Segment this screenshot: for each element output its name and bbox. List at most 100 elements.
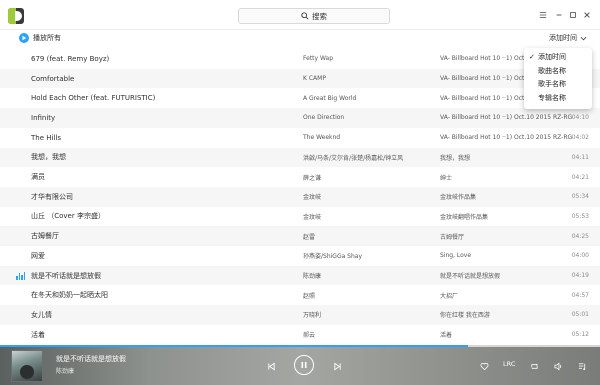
song-row[interactable]: Comfortable K CAMP VA- Billboard Hot 10 ··… bbox=[0, 68, 600, 89]
song-album: 古姆餐厅 bbox=[440, 233, 465, 241]
maximize-button[interactable] bbox=[566, 9, 580, 21]
song-row[interactable]: 我想，我想 洪啟/马条/艾尔肯/张楚/杨嘉松/钟立风 我想，我想 04:11 bbox=[0, 147, 600, 168]
song-row[interactable]: Hold Each Other (feat. FUTURISTIC) A Grea… bbox=[0, 88, 600, 108]
previous-icon bbox=[267, 361, 275, 371]
chevron-down-icon bbox=[580, 36, 587, 40]
search-icon bbox=[301, 12, 309, 20]
next-icon bbox=[333, 361, 341, 371]
song-row[interactable]: 女儿情 万晓利 你在红楼 我在西游 05:01 bbox=[0, 305, 600, 325]
repeat-icon bbox=[530, 363, 538, 369]
sort-menu: ✓ 添加时间 歌曲名称 歌手名称 专辑名称 bbox=[524, 48, 592, 109]
minimize-button[interactable] bbox=[552, 9, 566, 21]
song-row[interactable]: 活着 郝云 活着 05:12 bbox=[0, 325, 600, 345]
search-label: 搜索 bbox=[312, 11, 327, 21]
song-artist: One Direction bbox=[303, 114, 345, 122]
song-title: 网爱 bbox=[31, 251, 45, 260]
volume-button[interactable] bbox=[552, 360, 564, 372]
song-row[interactable]: 才华有限公司 金玟岐 金玟岐作品集 05:34 bbox=[0, 186, 600, 207]
now-playing-artist: 陈劲康 bbox=[56, 368, 75, 375]
song-duration: 05:53 bbox=[571, 212, 589, 220]
next-button[interactable] bbox=[331, 360, 343, 372]
pause-icon bbox=[301, 362, 307, 368]
song-album: 你在红楼 我在西游 bbox=[440, 312, 490, 320]
song-title: Comfortable bbox=[31, 74, 75, 83]
song-artist: 薛之谦 bbox=[303, 174, 322, 182]
song-artist: 金玟岐 bbox=[303, 213, 322, 221]
song-title: 女儿情 bbox=[31, 310, 52, 319]
song-artist: 陈劲康 bbox=[303, 273, 322, 281]
song-album: 金玟岐作品集 bbox=[440, 194, 477, 202]
song-row[interactable]: Infinity One Direction VA- Billboard Hot 1… bbox=[0, 108, 600, 128]
song-album: 大招厂 bbox=[440, 292, 459, 300]
sort-dropdown-button[interactable]: 添加时间 bbox=[549, 33, 587, 43]
song-row[interactable]: The Hills The Weeknd VA- Billboard Hot 10 … bbox=[0, 128, 600, 148]
lyrics-button[interactable]: LRC bbox=[503, 360, 515, 368]
menu-button[interactable] bbox=[536, 9, 550, 21]
song-row[interactable]: 满员 薛之谦 绅士 04:21 bbox=[0, 167, 600, 187]
maximize-icon bbox=[570, 12, 576, 18]
title-bar: 搜索 bbox=[0, 0, 600, 30]
song-artist: Fetty Wap bbox=[303, 55, 334, 63]
sort-label: 添加时间 bbox=[549, 34, 577, 42]
song-album: VA- Billboard Hot 10 ··1) Oct.1 bbox=[440, 94, 531, 102]
song-title: 活着 bbox=[31, 330, 45, 339]
song-row[interactable]: 山丘 （Cover 李宗盛） 金玟岐 金玟岐翻唱作品集 05:53 bbox=[0, 207, 600, 227]
now-playing-title: 就是不听话就是想放假 bbox=[56, 355, 126, 363]
song-album: VA- Billboard Hot 10 ··1) Oct.10 2015 RZ… bbox=[440, 114, 573, 122]
song-row[interactable]: 在冬天和奶奶一起晒太阳 赵照 大招厂 04:57 bbox=[0, 285, 600, 305]
song-duration: 04:21 bbox=[571, 173, 589, 181]
song-artist: 万晓利 bbox=[303, 312, 322, 320]
sort-option[interactable]: 歌手名称 bbox=[524, 78, 592, 92]
song-artist: K CAMP bbox=[303, 75, 326, 83]
close-button[interactable] bbox=[580, 9, 594, 21]
play-all-button[interactable]: 播放所有 bbox=[19, 33, 61, 43]
song-title: 古姆餐厅 bbox=[31, 232, 59, 241]
song-artist: 孙燕姿/ShiGGa Shay bbox=[303, 253, 363, 261]
song-album: 金玟岐翻唱作品集 bbox=[440, 213, 489, 221]
checkmark-icon: ✓ bbox=[529, 53, 535, 61]
search-box[interactable]: 搜索 bbox=[238, 8, 390, 24]
song-album: VA- Billboard Hot 10 ··1) Oct.10 2015 RZ… bbox=[440, 134, 573, 142]
sort-option[interactable]: 专辑名称 bbox=[524, 92, 592, 106]
album-cover[interactable] bbox=[11, 350, 43, 382]
repeat-mode-button[interactable] bbox=[528, 360, 540, 372]
minimize-icon bbox=[556, 14, 562, 16]
heart-icon bbox=[480, 362, 488, 370]
song-artist: 赵雷 bbox=[303, 233, 316, 241]
song-album: Sing, Love bbox=[440, 252, 472, 260]
pause-button[interactable] bbox=[294, 355, 314, 375]
song-artist: A Great Big World bbox=[303, 94, 357, 102]
song-duration: 04:19 bbox=[571, 272, 589, 280]
song-title: 679 (feat. Remy Boyz) bbox=[31, 54, 110, 63]
menu-icon bbox=[539, 12, 547, 18]
song-title: The Hills bbox=[31, 133, 61, 142]
song-duration: 04:11 bbox=[571, 153, 589, 161]
sort-option[interactable]: ✓ 添加时间 bbox=[524, 51, 592, 65]
song-row[interactable]: 古姆餐厅 赵雷 古姆餐厅 04:25 bbox=[0, 226, 600, 246]
song-duration: 05:34 bbox=[571, 193, 589, 201]
play-all-label: 播放所有 bbox=[33, 34, 61, 42]
now-playing-eq-icon bbox=[16, 271, 25, 280]
song-artist: The Weeknd bbox=[303, 134, 341, 142]
app-logo-icon bbox=[8, 8, 24, 24]
favorite-button[interactable] bbox=[478, 360, 490, 372]
song-duration: 04:25 bbox=[571, 232, 589, 240]
sort-option[interactable]: 歌曲名称 bbox=[524, 65, 592, 79]
playlist-button[interactable] bbox=[576, 360, 588, 372]
song-album: 我想，我想 bbox=[440, 154, 471, 162]
song-row[interactable]: 679 (feat. Remy Boyz) Fetty Wap VA- Billbo… bbox=[0, 49, 600, 69]
song-row[interactable]: 就是不听话就是想放假 陈劲康 就是不听话就是想放假 04:19 bbox=[0, 265, 600, 286]
previous-button[interactable] bbox=[265, 360, 277, 372]
sort-option-label: 歌曲名称 bbox=[538, 66, 566, 75]
list-toolbar: 播放所有 添加时间 bbox=[0, 30, 600, 48]
song-duration: 04:02 bbox=[571, 134, 589, 142]
song-artist: 郝云 bbox=[303, 332, 316, 340]
song-duration: 04:57 bbox=[571, 291, 589, 299]
song-album: 活着 bbox=[440, 332, 453, 340]
sort-option-label: 添加时间 bbox=[538, 53, 566, 61]
player-bar: 就是不听话就是想放假 陈劲康 LRC bbox=[0, 347, 600, 385]
song-title: 才华有限公司 bbox=[31, 192, 73, 201]
song-duration: 05:01 bbox=[571, 311, 589, 319]
song-album: 绅士 bbox=[440, 174, 453, 182]
song-row[interactable]: 网爱 孙燕姿/ShiGGa Shay Sing, Love 04:00 bbox=[0, 246, 600, 266]
